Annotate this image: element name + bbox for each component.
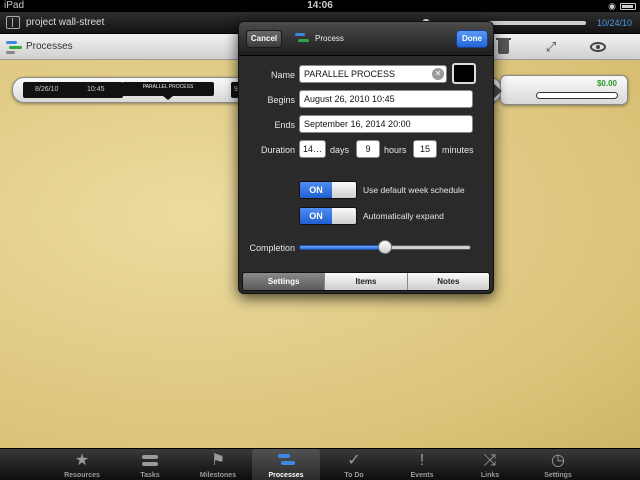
completion-label: Completion bbox=[249, 243, 295, 253]
process-cost: $0.00 bbox=[596, 79, 617, 88]
tab-notes[interactable]: Notes bbox=[406, 273, 489, 290]
checkmark-icon: ✓ bbox=[347, 452, 361, 469]
rotation-lock-icon: ◉ bbox=[608, 1, 616, 11]
exclamation-icon: ! bbox=[419, 452, 425, 469]
process-start-date: 8/26/10 bbox=[35, 86, 59, 93]
tasks-icon bbox=[140, 452, 160, 469]
status-indicators: ◉ bbox=[608, 0, 636, 12]
trash-icon[interactable] bbox=[496, 38, 511, 54]
days-unit-label: days bbox=[330, 145, 350, 155]
clock-icon: ◷ bbox=[551, 452, 565, 469]
minutes-unit-label: minutes bbox=[442, 145, 474, 155]
tab-settings[interactable]: Settings bbox=[243, 273, 325, 290]
week-schedule-label: Use default week schedule bbox=[363, 185, 465, 195]
clear-icon[interactable]: ✕ bbox=[432, 68, 444, 80]
bottom-tab-bar: ★ Resources Tasks ⚑ Milestones Processes… bbox=[0, 448, 640, 480]
process-name-tag[interactable]: PARALLEL PROCESS bbox=[122, 81, 214, 93]
duration-hours-field[interactable]: 9 bbox=[356, 140, 380, 158]
duration-label: Duration bbox=[260, 145, 295, 155]
project-title: project wall-street bbox=[26, 17, 105, 28]
tab-tasks[interactable]: Tasks bbox=[116, 449, 184, 480]
tab-links[interactable]: ⤨ Links bbox=[456, 449, 524, 480]
tab-items[interactable]: Items bbox=[324, 273, 407, 290]
star-icon: ★ bbox=[74, 452, 90, 469]
processes-icon bbox=[295, 32, 309, 44]
duration-days-field[interactable]: 14… bbox=[299, 140, 326, 158]
completion-slider-fill bbox=[299, 245, 385, 250]
book-icon[interactable] bbox=[6, 16, 20, 29]
week-schedule-toggle[interactable]: ON bbox=[299, 181, 357, 199]
toggle-on-text: ON bbox=[300, 182, 332, 198]
toggle-on-text: ON bbox=[300, 208, 332, 224]
eye-icon[interactable] bbox=[590, 42, 606, 52]
toggle-knob bbox=[332, 182, 356, 198]
cancel-button[interactable]: Cancel bbox=[246, 30, 282, 48]
process-start-time: 10:45 bbox=[87, 86, 105, 93]
section-title: Processes bbox=[26, 41, 73, 52]
processes-icon bbox=[276, 452, 296, 469]
tab-to-do[interactable]: ✓ To Do bbox=[320, 449, 388, 480]
shuffle-icon: ⤨ bbox=[483, 452, 497, 469]
tab-milestones[interactable]: ⚑ Milestones bbox=[184, 449, 252, 480]
color-swatch[interactable] bbox=[452, 63, 476, 84]
tab-resources[interactable]: ★ Resources bbox=[48, 449, 116, 480]
timeline-end-date: 10/24/10 bbox=[596, 18, 632, 28]
ends-field[interactable]: September 16, 2014 20:00 bbox=[299, 115, 473, 133]
flag-icon: ⚑ bbox=[210, 452, 226, 469]
process-cost-panel: $0.00 bbox=[492, 75, 628, 105]
toggle-knob bbox=[332, 208, 356, 224]
tab-settings-main[interactable]: ◷ Settings bbox=[524, 449, 592, 480]
begins-field[interactable]: August 26, 2010 10:45 bbox=[299, 90, 473, 108]
ends-label: Ends bbox=[274, 120, 295, 130]
clock: 14:06 bbox=[307, 0, 333, 11]
processes-icon bbox=[6, 40, 22, 54]
done-button[interactable]: Done bbox=[456, 30, 488, 48]
completion-slider-thumb[interactable] bbox=[378, 240, 392, 254]
tab-events[interactable]: ! Events bbox=[388, 449, 456, 480]
popover-title: Process bbox=[315, 34, 344, 43]
auto-expand-label: Automatically expand bbox=[363, 211, 444, 221]
name-label: Name bbox=[270, 70, 295, 80]
name-field[interactable]: PARALLEL PROCESS bbox=[299, 65, 447, 83]
cost-progress-track bbox=[536, 92, 618, 99]
process-edit-popover: Cancel Process Done Name PARALLEL PROCES… bbox=[238, 21, 494, 294]
status-bar: iPad 14:06 ◉ bbox=[0, 0, 640, 12]
begins-label: Begins bbox=[267, 95, 295, 105]
battery-icon bbox=[620, 2, 636, 10]
popover-header: Cancel Process Done bbox=[239, 22, 493, 56]
popover-tab-bar: Settings Items Notes bbox=[242, 272, 490, 291]
duration-minutes-field[interactable]: 15 bbox=[413, 140, 437, 158]
expand-arrows-icon[interactable]: ⤢ bbox=[542, 39, 560, 55]
auto-expand-toggle[interactable]: ON bbox=[299, 207, 357, 225]
tab-processes[interactable]: Processes bbox=[252, 449, 320, 480]
hours-unit-label: hours bbox=[384, 145, 407, 155]
